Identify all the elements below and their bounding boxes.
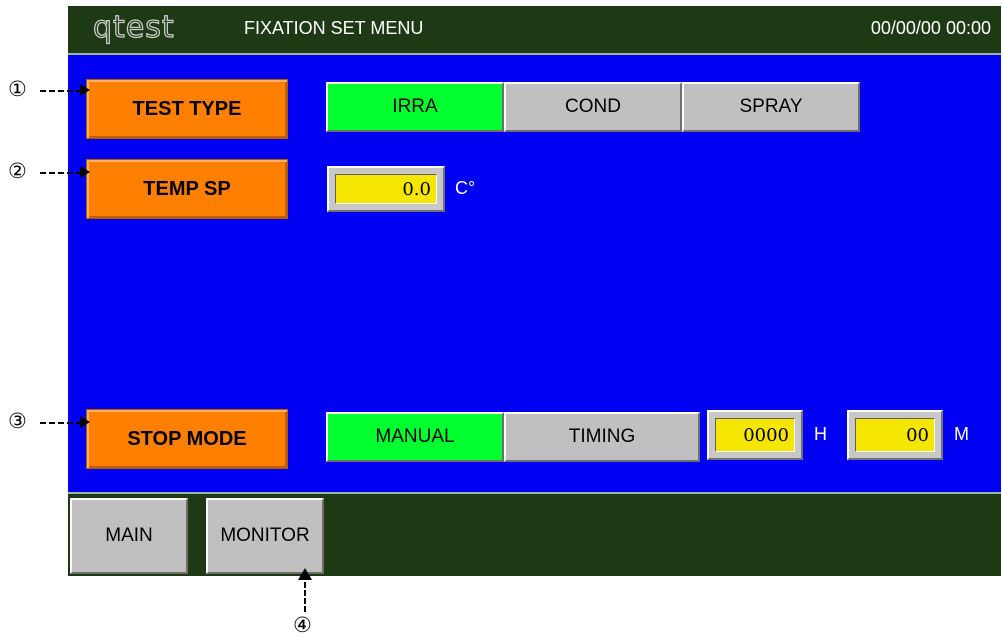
minutes-field[interactable]: 00: [847, 410, 943, 460]
brand-logo: qtest: [92, 9, 175, 45]
datetime-display: 00/00/00 00:00: [870, 18, 991, 38]
monitor-button[interactable]: MONITOR: [206, 498, 324, 574]
hmi-screen: qtest FIXATION SET MENU 00/00/00 00:00 T…: [68, 6, 1001, 576]
minutes-value[interactable]: 00: [855, 418, 935, 452]
test-type-spray-button[interactable]: SPRAY: [682, 82, 860, 132]
stop-mode-timing-button[interactable]: TIMING: [504, 412, 700, 462]
callout-2-arrow-icon: [80, 166, 90, 178]
callout-3: ③: [8, 409, 27, 433]
main-button[interactable]: MAIN: [70, 498, 188, 574]
callout-2-line: [40, 172, 82, 174]
callout-1-line: [40, 90, 82, 92]
hours-field[interactable]: 0000: [707, 410, 803, 460]
callout-4-arrow-icon: [298, 568, 312, 580]
temp-sp-label: TEMP SP: [86, 159, 288, 219]
page-title: FIXATION SET MENU: [244, 18, 424, 38]
minutes-unit: M: [954, 424, 969, 444]
temp-sp-value[interactable]: 0.0: [335, 174, 437, 204]
callout-1: ①: [8, 77, 27, 101]
callout-1-arrow-icon: [80, 84, 90, 96]
header-bar: qtest FIXATION SET MENU 00/00/00 00:00: [68, 6, 1001, 55]
test-type-irra-button[interactable]: IRRA: [326, 82, 504, 132]
callout-3-arrow-icon: [80, 416, 90, 428]
callout-4-line: [304, 582, 306, 612]
callout-2: ②: [8, 159, 27, 183]
stop-mode-label: STOP MODE: [86, 409, 288, 469]
temp-sp-field[interactable]: 0.0: [327, 166, 445, 212]
hours-unit: H: [814, 424, 827, 444]
hours-value[interactable]: 0000: [715, 418, 795, 452]
callout-3-line: [40, 422, 82, 424]
test-type-label: TEST TYPE: [86, 79, 288, 139]
stop-mode-manual-button[interactable]: MANUAL: [326, 412, 504, 462]
callout-4: ④: [293, 613, 312, 637]
temp-unit: C°: [455, 178, 476, 198]
footer-bar: MAIN MONITOR: [68, 492, 1001, 576]
test-type-cond-button[interactable]: COND: [504, 82, 682, 132]
